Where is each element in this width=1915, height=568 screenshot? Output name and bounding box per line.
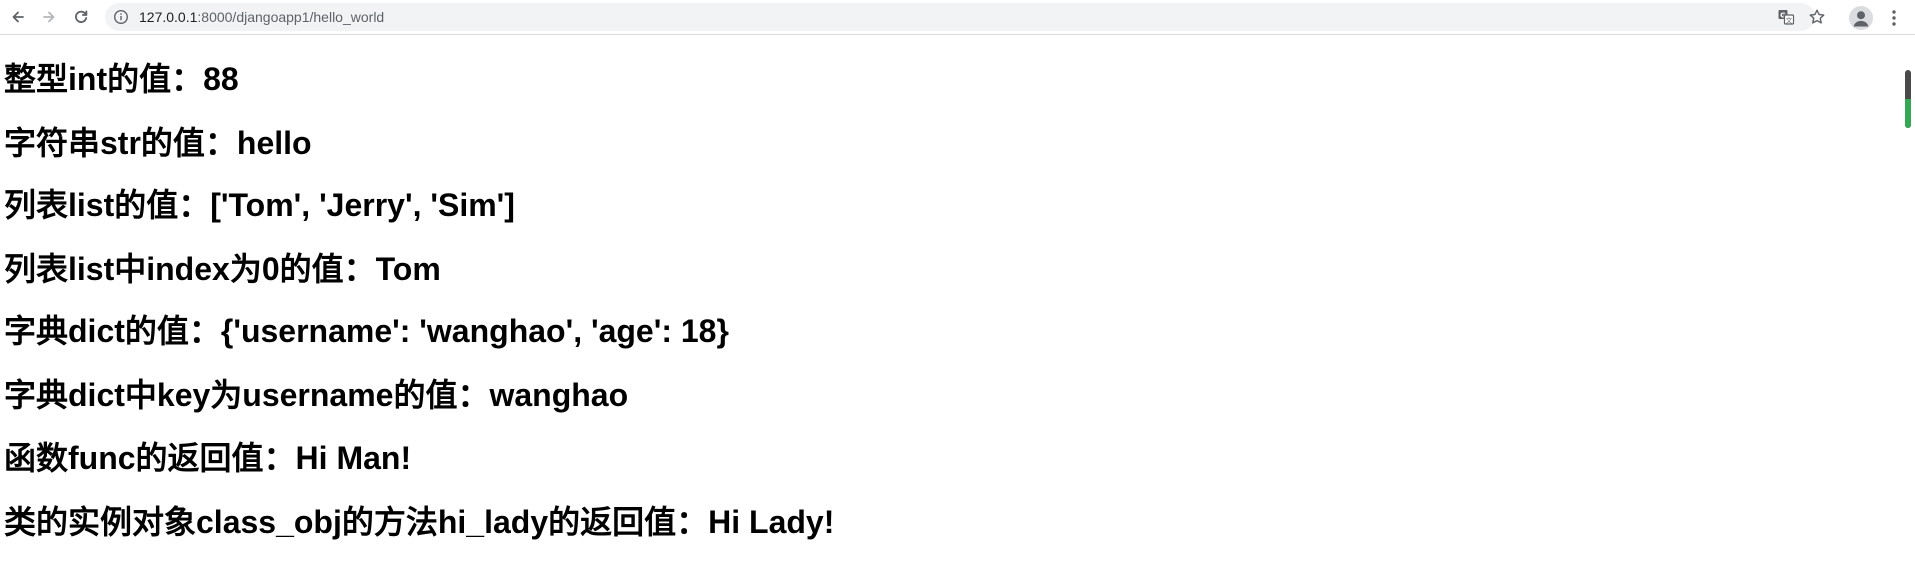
- func-return-heading: 函数func的返回值：Hi Man!: [4, 440, 412, 476]
- svg-text:文: 文: [1786, 15, 1793, 24]
- scrollbar-accent: [1905, 99, 1911, 128]
- arrow-right-icon: [43, 11, 55, 23]
- url-text[interactable]: 127.0.0.1:8000/djangoapp1/hello_world: [139, 3, 384, 31]
- vertical-scrollbar[interactable]: [1900, 36, 1915, 568]
- url-host: 127.0.0.1: [139, 9, 198, 25]
- browser-toolbar: 127.0.0.1:8000/djangoapp1/hello_world G …: [0, 0, 1915, 35]
- url-path: :8000/djangoapp1/hello_world: [197, 9, 385, 25]
- back-button[interactable]: [5, 4, 31, 30]
- reload-icon: [75, 10, 88, 23]
- translate-icon[interactable]: G 文: [1777, 8, 1795, 26]
- more-vert-icon[interactable]: [1885, 6, 1903, 30]
- star-icon[interactable]: [1808, 8, 1826, 26]
- forward-button[interactable]: [36, 4, 62, 30]
- dict-key-value-heading: 字典dict中key为username的值：wanghao: [4, 377, 629, 413]
- method-return-heading: 类的实例对象class_obj的方法hi_lady的返回值：Hi Lady!: [4, 504, 835, 540]
- info-icon[interactable]: [113, 9, 129, 25]
- profile-icon: [1853, 11, 1869, 27]
- list-index-value-heading: 列表list中index为0的值：Tom: [4, 251, 441, 287]
- scrollbar-thumb[interactable]: [1905, 70, 1911, 128]
- arrow-left-icon: [12, 11, 24, 23]
- reload-button[interactable]: [68, 4, 94, 30]
- address-bar[interactable]: 127.0.0.1:8000/djangoapp1/hello_world G …: [105, 3, 1825, 31]
- dict-value-heading: 字典dict的值：{'username': 'wanghao', 'age': …: [4, 313, 729, 349]
- profile-button[interactable]: [1849, 6, 1873, 30]
- int-value-heading: 整型int的值：88: [4, 61, 239, 97]
- list-value-heading: 列表list的值：['Tom', 'Jerry', 'Sim']: [4, 187, 515, 223]
- str-value-heading: 字符串str的值：hello: [4, 125, 312, 161]
